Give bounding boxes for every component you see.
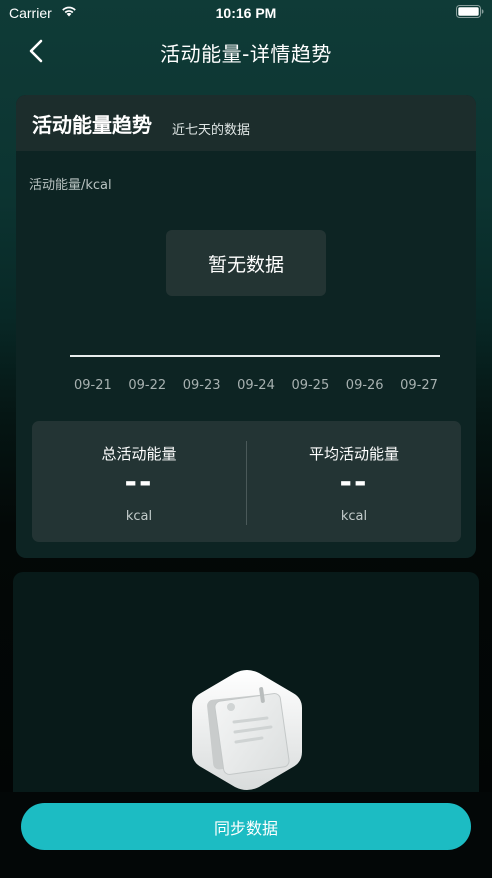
document-icon — [192, 670, 302, 790]
x-axis-line — [70, 355, 440, 357]
x-tick-label: 09-23 — [182, 378, 221, 393]
clock: 10:16 PM — [215, 5, 277, 21]
status-bar: Carrier 10:16 PM — [0, 0, 492, 26]
average-energy-stat: 平均活动能量 -- kcal — [247, 421, 461, 542]
bottom-action-bar: 同步数据 — [0, 792, 492, 878]
average-energy-label: 平均活动能量 — [308, 445, 399, 463]
total-energy-unit: kcal — [125, 509, 153, 524]
x-tick-label: 09-21 — [74, 378, 112, 393]
x-tick-label: 09-25 — [291, 378, 330, 393]
battery-icon — [456, 5, 484, 18]
empty-data-notice: 暂无数据 — [166, 230, 326, 296]
total-energy-label: 总活动能量 — [101, 445, 177, 463]
x-tick-label: 09-24 — [237, 378, 275, 393]
page-title: 活动能量-详情趋势 — [160, 42, 332, 66]
trend-subtitle: 近七天的数据 — [172, 123, 251, 138]
sync-data-button[interactable]: 同步数据 — [21, 803, 471, 850]
total-energy-value: -- — [124, 465, 154, 500]
x-axis-labels: 09-21 09-22 09-23 09-24 09-25 09-26 09-2… — [74, 378, 438, 396]
navigation-bar: 活动能量-详情趋势 — [0, 26, 492, 76]
trend-card-header: 活动能量趋势 近七天的数据 — [16, 95, 476, 151]
x-tick-label: 09-26 — [345, 378, 384, 393]
trend-title: 活动能量趋势 — [32, 113, 152, 137]
sync-data-label: 同步数据 — [213, 818, 278, 838]
x-tick-label: 09-22 — [128, 378, 167, 393]
average-energy-value: -- — [339, 465, 369, 500]
average-energy-unit: kcal — [340, 509, 368, 524]
trend-card: 活动能量趋势 近七天的数据 活动能量/kcal 暂无数据 09-21 09-22… — [16, 95, 476, 558]
total-energy-stat: 总活动能量 -- kcal — [32, 421, 246, 542]
stats-panel: 总活动能量 -- kcal 平均活动能量 -- kcal — [32, 421, 461, 542]
empty-data-text: 暂无数据 — [207, 253, 284, 276]
y-axis-label: 活动能量/kcal — [29, 178, 112, 193]
x-tick-label: 09-27 — [400, 378, 438, 393]
